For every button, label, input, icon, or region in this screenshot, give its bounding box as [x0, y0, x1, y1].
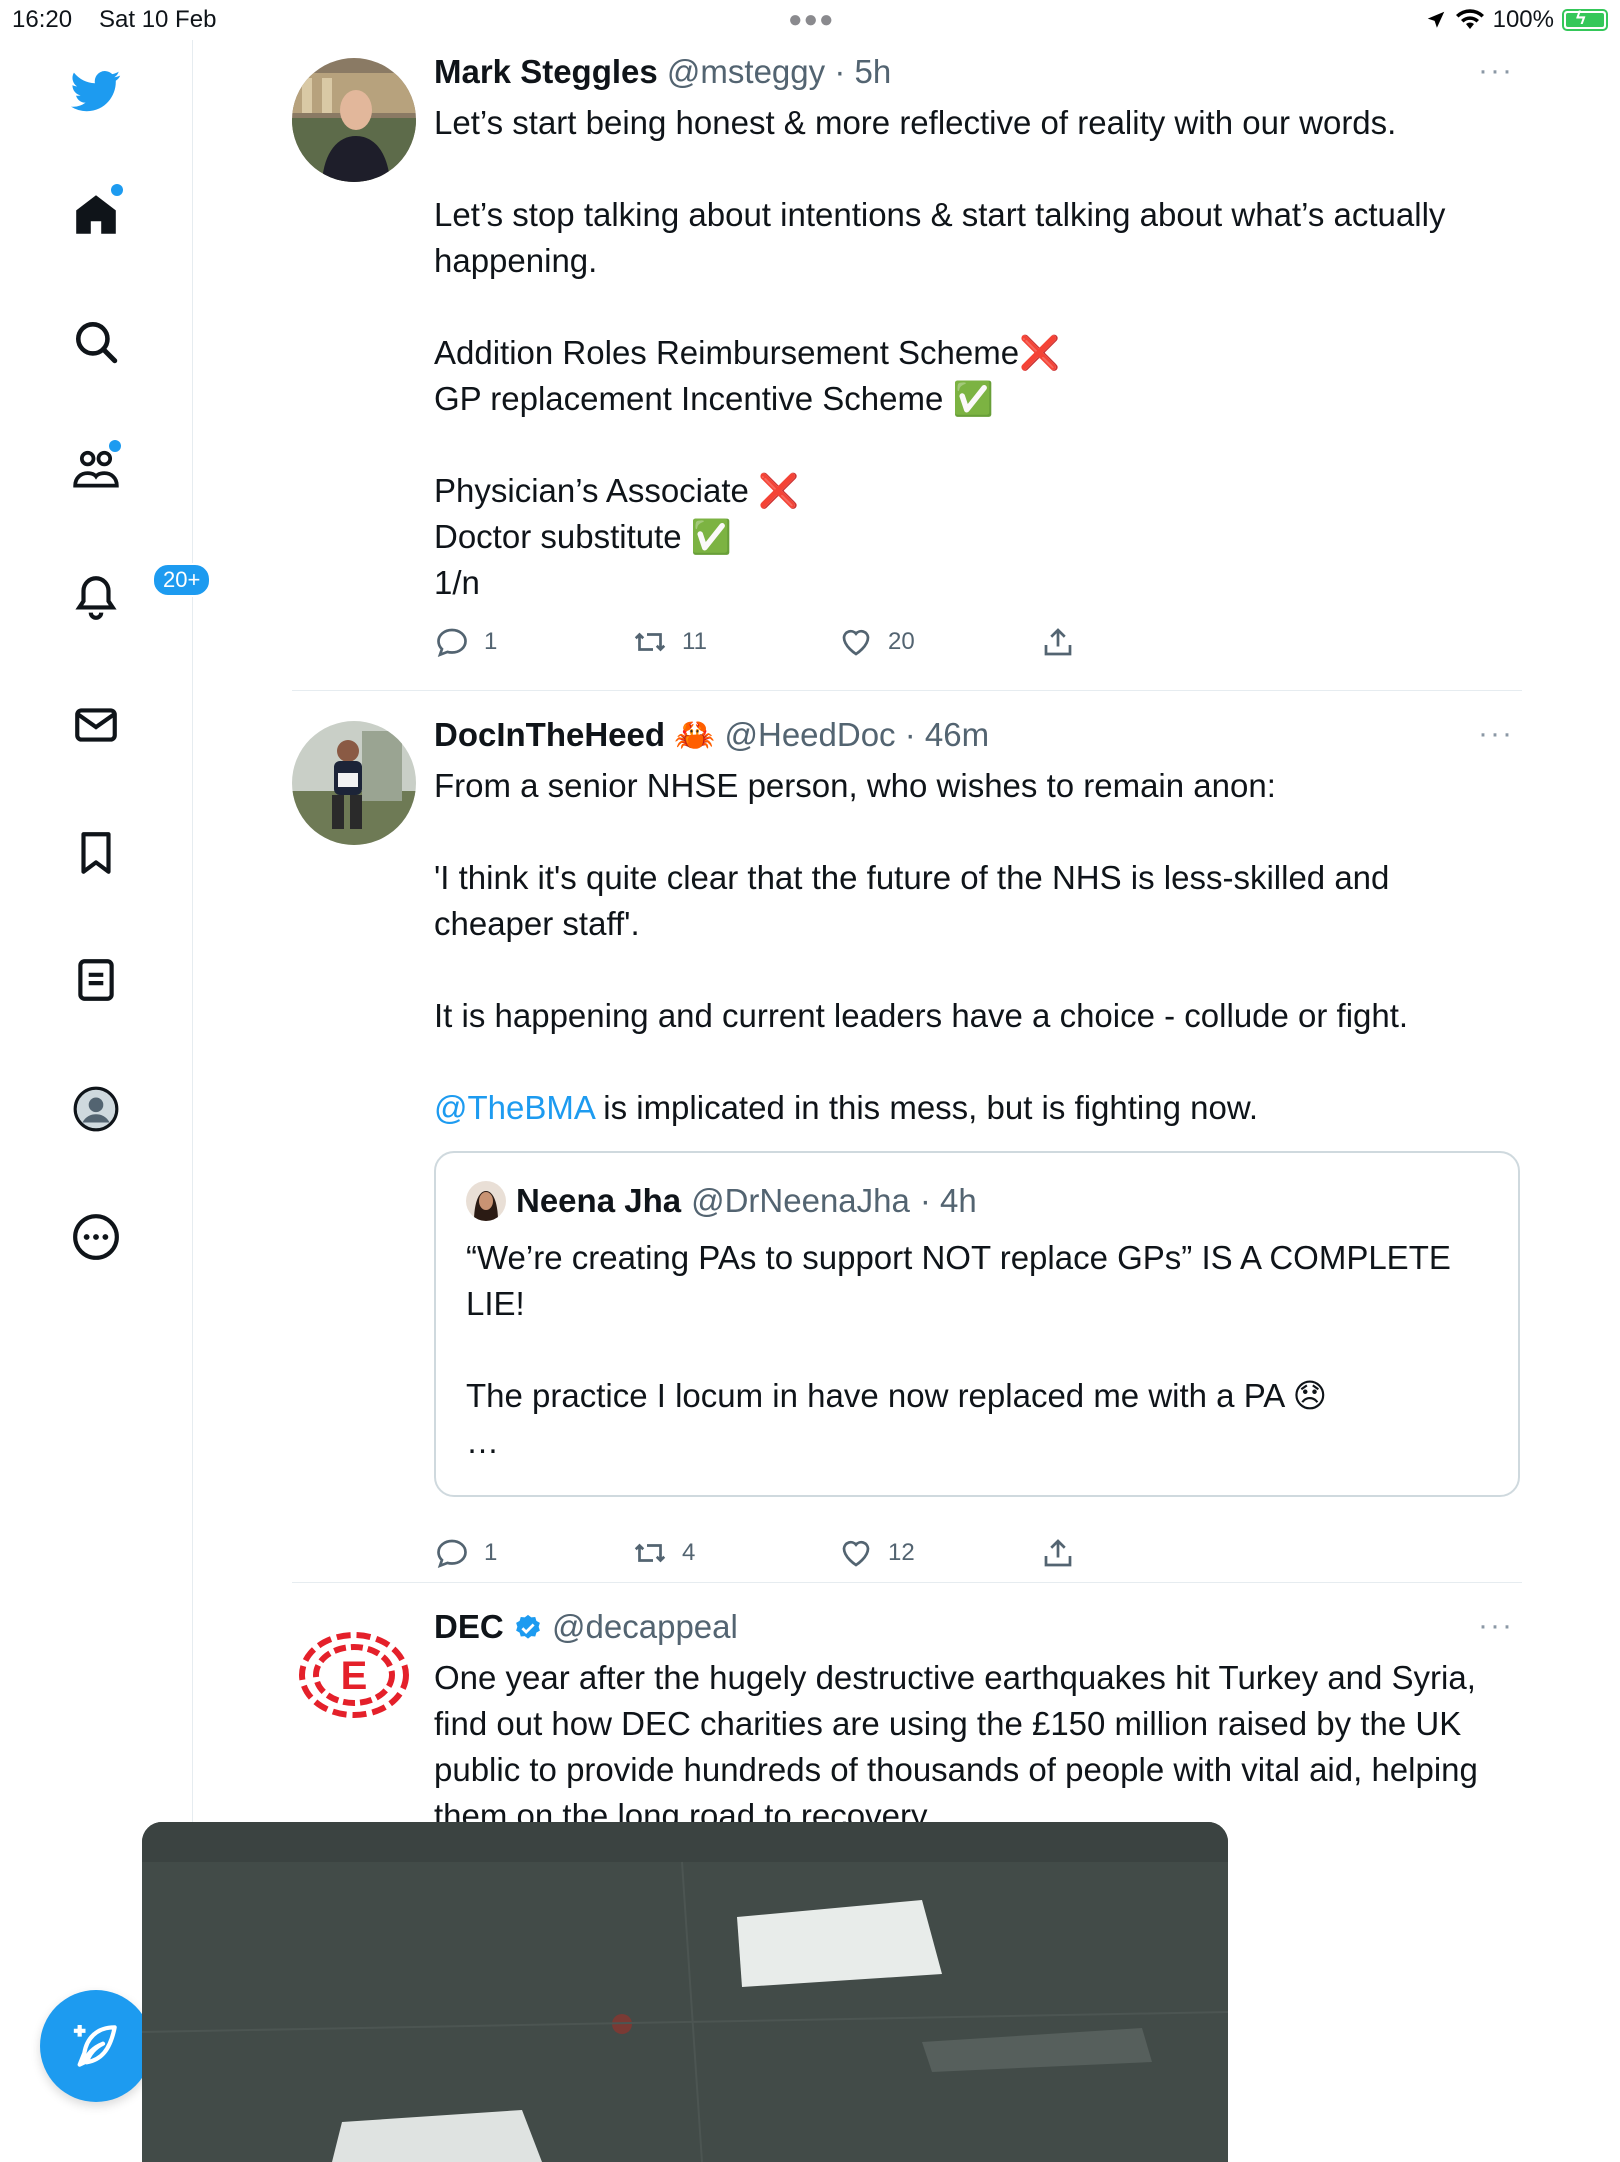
verified-badge-icon: [515, 1614, 540, 1639]
tweet-text-main: From a senior NHSE person, who wishes to…: [434, 767, 1409, 1034]
share-icon: [1044, 1539, 1072, 1567]
retweet-count: 11: [682, 628, 707, 655]
svg-text:E: E: [341, 1654, 368, 1698]
more-icon[interactable]: ···: [1478, 717, 1514, 751]
tweet-text: From a senior NHSE person, who wishes to…: [434, 763, 1514, 1131]
author-handle[interactable]: @decappeal: [552, 1608, 738, 1645]
tweet-header: DocInTheHeed 🦀 @HeedDoc · 46m: [434, 715, 1514, 759]
quote-time: · 4h: [919, 1182, 977, 1219]
tweet-media-video[interactable]: [142, 1822, 1228, 2162]
tweet-time[interactable]: · 5h: [834, 53, 891, 90]
quote-avatar: [466, 1181, 506, 1221]
reply-button[interactable]: 1: [434, 1535, 497, 1571]
like-count: 12: [888, 1539, 915, 1566]
more-icon[interactable]: ···: [1478, 54, 1514, 88]
quoted-tweet[interactable]: Neena Jha @DrNeenaJha · 4h “We’re creati…: [434, 1151, 1520, 1497]
reply-button[interactable]: 1: [434, 624, 497, 660]
tweet-actions: 1 11 20: [434, 624, 1114, 668]
retweet-icon: [634, 1543, 666, 1563]
reply-count: 1: [484, 628, 498, 655]
tweet-actions: 1 4 12: [434, 1535, 1114, 1579]
crab-emoji: 🦀: [674, 716, 716, 753]
dec-logo: E: [299, 1632, 409, 1718]
quote-author-handle: @DrNeenaJha: [691, 1182, 910, 1219]
tweet[interactable]: Mark Steggles @msteggy · 5h ··· Let’s st…: [0, 0, 1620, 690]
share-button[interactable]: [1040, 624, 1076, 660]
like-count: 20: [888, 628, 915, 655]
avatar[interactable]: E: [292, 1613, 416, 1737]
avatar[interactable]: [292, 721, 416, 845]
tweet-text: One year after the hugely destructive ea…: [434, 1659, 1488, 1834]
author-handle[interactable]: @HeedDoc: [724, 716, 895, 753]
retweet-button[interactable]: 11: [632, 624, 707, 660]
tweet-text: Let’s start being honest & more reflecti…: [434, 104, 1446, 601]
like-button[interactable]: 20: [838, 624, 915, 660]
quote-author-name: Neena Jha: [516, 1182, 682, 1219]
tweet[interactable]: DocInTheHeed 🦀 @HeedDoc · 46m ··· From a…: [0, 691, 1620, 1581]
share-button[interactable]: [1040, 1535, 1076, 1571]
author-name[interactable]: DocInTheHeed: [434, 716, 665, 753]
mention-link[interactable]: @TheBMA: [434, 1089, 594, 1126]
retweet-icon: [634, 632, 666, 652]
more-icon[interactable]: ···: [1478, 1609, 1514, 1643]
like-button[interactable]: 12: [838, 1535, 915, 1571]
author-name[interactable]: DEC: [434, 1608, 504, 1645]
heart-icon: [842, 629, 870, 656]
tweet-header: Mark Steggles @msteggy · 5h: [434, 52, 1514, 96]
author-name[interactable]: Mark Steggles: [434, 53, 658, 90]
reply-count: 1: [484, 1539, 498, 1566]
reply-icon: [437, 628, 467, 658]
tweet-text-after-mention: is implicated in this mess, but is fight…: [594, 1089, 1259, 1126]
author-handle[interactable]: @msteggy: [667, 53, 825, 90]
reply-icon: [437, 1539, 467, 1569]
avatar[interactable]: [292, 58, 416, 182]
share-icon: [1044, 628, 1072, 656]
quote-header: Neena Jha @DrNeenaJha · 4h: [466, 1181, 977, 1221]
tweet-header: DEC @decappeal: [434, 1607, 1514, 1651]
quote-text: “We’re creating PAs to support NOT repla…: [466, 1239, 1451, 1460]
retweet-button[interactable]: 4: [632, 1535, 695, 1571]
retweet-count: 4: [682, 1539, 696, 1566]
tweet-time[interactable]: · 46m: [905, 716, 989, 753]
heart-icon: [842, 1540, 870, 1567]
